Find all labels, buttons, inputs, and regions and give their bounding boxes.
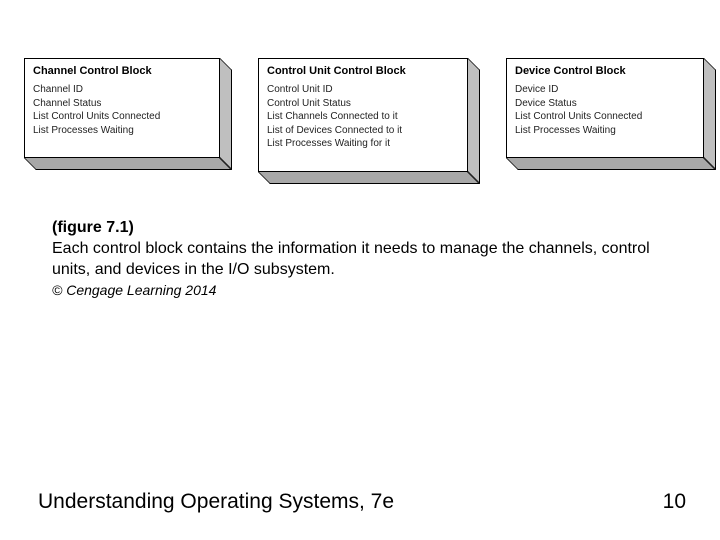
control-block-2: Device Control Block Device IDDevice Stat…: [506, 58, 704, 158]
footer-book-title: Understanding Operating Systems, 7e: [38, 490, 394, 514]
block-field: Device ID: [515, 83, 695, 97]
block-title: Channel Control Block: [33, 65, 211, 77]
control-block-0: Channel Control Block Channel IDChannel S…: [24, 58, 220, 158]
figure-label: (figure 7.1): [52, 219, 134, 236]
block-field: List Processes Waiting: [515, 124, 695, 138]
block-title: Device Control Block: [515, 65, 695, 77]
block-title: Control Unit Control Block: [267, 65, 459, 77]
block-field: List Processes Waiting: [33, 124, 211, 138]
block-field: List Control Units Connected: [515, 110, 695, 124]
block-field: List Control Units Connected: [33, 110, 211, 124]
figure-caption-text: Each control block contains the informat…: [52, 240, 650, 278]
block-field: List Processes Waiting for it: [267, 137, 459, 151]
control-block-1: Control Unit Control Block Control Unit I…: [258, 58, 468, 172]
block-field: Device Status: [515, 97, 695, 111]
block-field: List Channels Connected to it: [267, 110, 459, 124]
block-field: Control Unit Status: [267, 97, 459, 111]
block-field: Channel Status: [33, 97, 211, 111]
footer-page-number: 10: [663, 490, 686, 514]
block-field: List of Devices Connected to it: [267, 124, 459, 138]
block-field: Channel ID: [33, 83, 211, 97]
figure-caption: (figure 7.1) Each control block contains…: [52, 218, 664, 280]
control-blocks-row: Channel Control Block Channel IDChannel S…: [24, 58, 704, 172]
block-field: Control Unit ID: [267, 83, 459, 97]
copyright-line: © Cengage Learning 2014: [52, 282, 216, 298]
